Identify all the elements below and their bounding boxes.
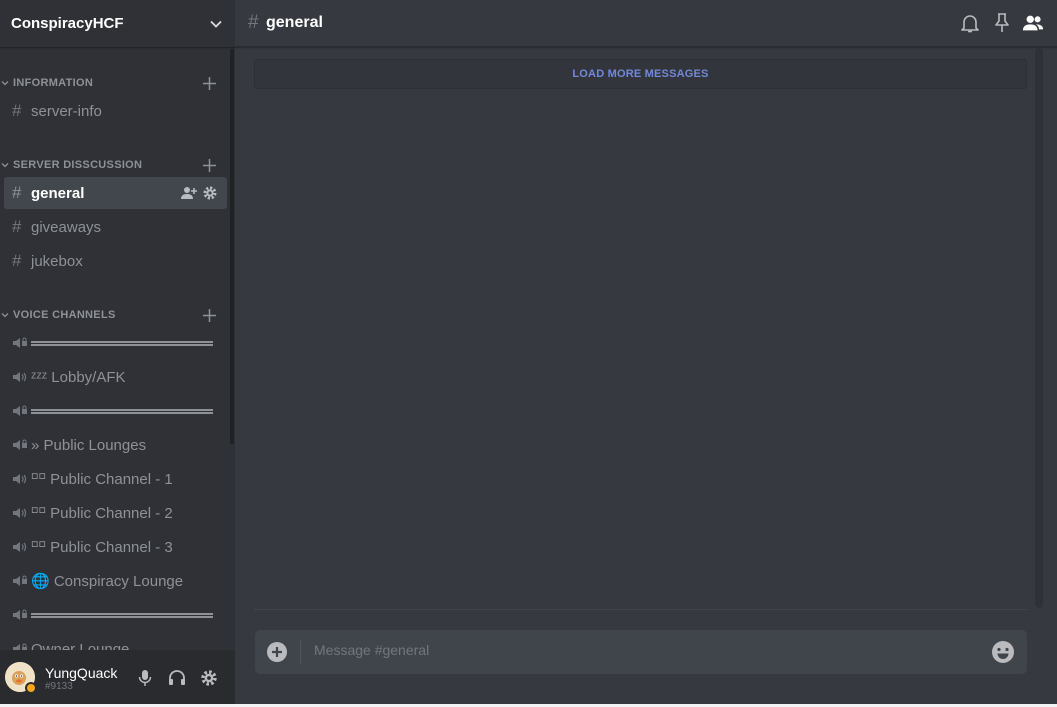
voice-channel-name: » Public Lounges [31,436,147,454]
chevron-down-icon [1,163,9,168]
speaker-icon [13,372,27,382]
channel-name: giveaways [31,218,102,236]
message-input[interactable]: Message #general [314,642,429,658]
user-discriminator: #9133 [45,681,73,692]
locked-speaker-icon [13,575,27,586]
mute-button[interactable] [135,668,155,688]
voice-channel-name: 🌐 Conspiracy Lounge [31,573,184,590]
hash-icon: # [12,251,22,270]
channel-name: server-info [31,102,102,120]
notification-settings-button[interactable] [959,12,981,34]
voice-channel-public-1[interactable]: ⸋⸋ Public Channel - 1 [4,464,227,494]
messages-scrollbar[interactable] [1035,48,1043,608]
pinned-messages-button[interactable] [991,12,1013,34]
microphone-icon [138,670,152,686]
server-header[interactable]: ConspiracyHCF [0,0,235,47]
channel-header: # general [235,0,1057,47]
channel-giveaways[interactable]: # giveaways [4,211,227,243]
channel-jukebox[interactable]: # jukebox [4,245,227,277]
speaker-icon [13,542,27,552]
plus-icon[interactable] [203,76,216,90]
voice-channel-public-2[interactable]: ⸋⸋ Public Channel - 2 [4,498,227,528]
server-name: ConspiracyHCF [11,15,124,32]
voice-channel-name: ⸋⸋ Public Channel - 2 [31,505,173,522]
deafen-button[interactable] [167,668,187,688]
category-label: VOICE CHANNELS [13,309,116,321]
bell-icon [961,15,979,33]
status-indicator [25,682,37,694]
voice-channel-lobby-afk[interactable]: ᶻᶻᶻ Lobby/AFK [4,362,227,392]
hash-icon: # [248,12,259,33]
divider-decoration [31,613,213,618]
headphones-icon [169,670,185,685]
locked-speaker-icon [13,643,27,650]
speaker-icon [13,474,27,484]
speaker-icon [13,508,27,518]
voice-channel-divider[interactable] [4,328,227,358]
category-server-discussion[interactable]: SERVER DISSCUSSION [0,156,228,174]
pin-icon [995,13,1009,32]
load-more-messages-button[interactable]: LOAD MORE MESSAGES [254,59,1027,89]
channel-list: INFORMATION # server-info SERVER DISSCUS… [0,47,235,650]
locked-speaker-icon [13,609,27,620]
voice-channel-owner-lounge[interactable]: Owner Lounge [4,634,227,650]
sidebar-scrollbar[interactable] [230,49,234,444]
plus-icon[interactable] [203,158,216,172]
category-information[interactable]: INFORMATION [0,74,228,92]
category-label: INFORMATION [13,77,94,89]
emoji-icon[interactable] [991,640,1015,664]
user-settings-button[interactable] [199,668,219,688]
composer-divider [254,609,1027,610]
voice-channel-name: ᶻᶻᶻ Lobby/AFK [31,368,126,386]
gear-icon [201,670,217,686]
locked-speaker-icon [13,337,27,348]
chevron-down-icon [1,81,9,86]
channel-server-info[interactable]: # server-info [4,95,227,127]
voice-channel-name: ⸋⸋ Public Channel - 3 [31,539,173,556]
user-panel: YungQuack #9133 [0,650,235,707]
divider-decoration [31,341,213,346]
channel-general[interactable]: # general [4,177,227,209]
locked-speaker-icon [13,439,27,450]
plus-icon[interactable] [203,308,216,322]
composer-separator [300,640,301,664]
hash-icon: # [12,183,22,202]
add-user-icon[interactable] [181,186,197,200]
channel-actions [181,186,217,200]
channel-name: jukebox [31,252,83,270]
divider-decoration [31,409,213,414]
gear-icon[interactable] [203,186,217,200]
hash-icon: # [12,217,22,236]
voice-channel-conspiracy-lounge[interactable]: 🌐 Conspiracy Lounge [4,566,227,596]
message-composer: Message #general [255,630,1027,674]
username: YungQuack [45,665,118,681]
chat-area: # general LOAD MORE MESSAGES Message #ge… [235,0,1057,707]
voice-channel-name: ⸋⸋ Public Channel - 1 [31,471,173,488]
hash-icon: # [12,101,22,120]
locked-speaker-icon [13,405,27,416]
voice-channel-divider[interactable] [4,396,227,426]
chevron-down-icon[interactable] [209,17,223,31]
voice-channel-name: Owner Lounge [31,640,130,651]
channel-name: general [31,184,85,202]
chevron-down-icon [1,313,9,318]
channel-sidebar: ConspiracyHCF INFORMATION # server-info … [0,0,235,707]
members-icon [1022,15,1044,31]
voice-channel-public-lounges[interactable]: » Public Lounges [4,430,227,460]
member-list-button[interactable] [1022,12,1044,34]
channel-title: general [266,14,323,31]
category-voice-channels[interactable]: VOICE CHANNELS [0,306,228,324]
category-label: SERVER DISSCUSSION [13,159,143,171]
voice-channel-public-3[interactable]: ⸋⸋ Public Channel - 3 [4,532,227,562]
plus-circle-icon[interactable] [267,642,287,662]
voice-channel-divider[interactable] [4,600,227,630]
